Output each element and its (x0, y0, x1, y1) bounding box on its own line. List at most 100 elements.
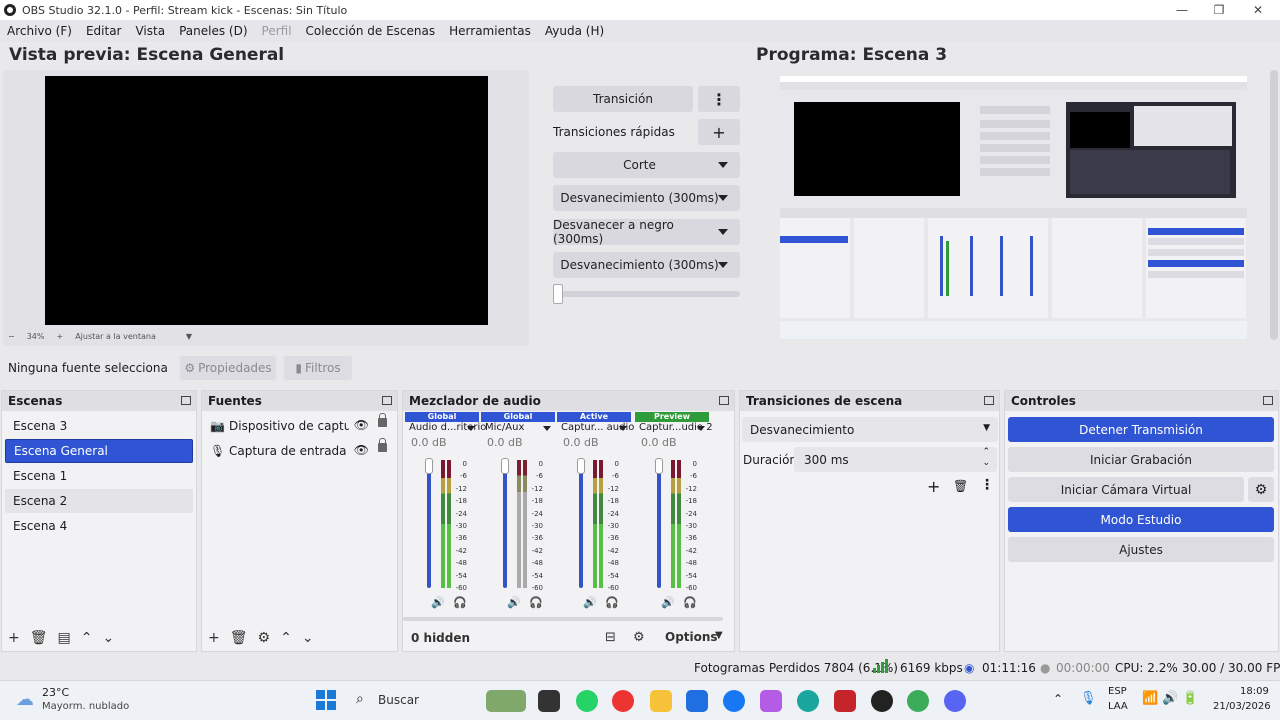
mixer-options-button[interactable]: Options (665, 630, 718, 644)
quick-transition-fade-2[interactable]: Desvanecimiento (300ms) (553, 252, 740, 278)
source-item[interactable]: 🎙 Captura de entrada aud 👁 (202, 438, 397, 463)
menu-ayuda[interactable]: Ayuda (H) (545, 24, 604, 38)
volume-fader[interactable] (579, 460, 583, 588)
menu-perfil[interactable]: Perfil (262, 24, 292, 38)
start-virtual-camera-button[interactable]: Iniciar Cámara Virtual (1008, 477, 1244, 502)
undock-icon[interactable] (1263, 396, 1273, 405)
headphones-icon[interactable]: 🎧 (605, 596, 619, 609)
copilot-icon[interactable] (760, 690, 782, 712)
chevron-up-icon[interactable]: ⌃ (1053, 692, 1063, 706)
plus-icon[interactable]: + (8, 630, 20, 646)
quick-transition-cut[interactable]: Corte (553, 152, 740, 178)
scene-item[interactable]: Escena 2 (5, 489, 193, 513)
menu-paneles[interactable]: Paneles (D) (179, 24, 247, 38)
scene-item[interactable]: Escena 3 (5, 414, 193, 438)
channel-name[interactable]: Captur...udio 2 (635, 422, 713, 436)
virtual-camera-settings-button[interactable]: ⚙ (1248, 477, 1274, 502)
language-layout[interactable]: LAA (1108, 701, 1128, 712)
lock-icon[interactable] (378, 438, 387, 452)
zoom-fit-select[interactable]: Ajustar a la ventana (75, 332, 156, 341)
layout-icon[interactable]: ⊟ (605, 630, 616, 645)
wifi-icon[interactable]: 📶 (1142, 691, 1158, 706)
add-quick-transition-button[interactable]: + (698, 119, 740, 145)
trash-icon[interactable]: 🗑 (230, 630, 248, 646)
clock-time[interactable]: 18:09 (1240, 686, 1269, 697)
close-button[interactable]: ✕ (1238, 0, 1278, 20)
taskbar-search[interactable]: Buscar (378, 693, 419, 707)
trash-icon[interactable]: 🗑 (953, 479, 968, 493)
headphones-icon[interactable]: 🎧 (683, 596, 697, 609)
source-item[interactable]: 📷 Dispositivo de captura d 👁 (202, 413, 397, 438)
obs-taskbar-icon[interactable] (871, 690, 893, 712)
transition-select[interactable]: Desvanecimiento ▼ (742, 417, 998, 442)
windows-start-icon[interactable] (316, 690, 336, 710)
channel-name[interactable]: Mic/Aux (481, 422, 555, 436)
undock-icon[interactable] (382, 396, 392, 405)
trash-icon[interactable]: 🗑 (30, 630, 48, 646)
edge-icon[interactable] (797, 690, 819, 712)
transition-slider-handle[interactable] (553, 284, 563, 304)
chrome-profile-icon[interactable] (907, 690, 929, 712)
transition-button[interactable]: Transición (553, 86, 693, 112)
menu-editar[interactable]: Editar (86, 24, 122, 38)
more-vertical-icon[interactable]: ⋮ (980, 477, 994, 493)
arrow-up-icon[interactable]: ⌃ (81, 630, 93, 646)
chevron-down-icon[interactable]: ▼ (186, 332, 192, 341)
whatsapp-icon[interactable] (576, 690, 598, 712)
arrow-down-icon[interactable]: ⌄ (302, 630, 314, 646)
chevron-down-icon[interactable]: ▼ (715, 630, 723, 641)
discord-icon[interactable] (944, 690, 966, 712)
menu-coleccion[interactable]: Colección de Escenas (306, 24, 436, 38)
chevron-down-icon[interactable]: ⌄ (982, 458, 990, 468)
channel-name[interactable]: Captur... audio (557, 422, 634, 436)
headphones-icon[interactable]: 🎧 (453, 596, 467, 609)
landscape-icon[interactable] (486, 690, 526, 712)
studio-mode-button[interactable]: Modo Estudio (1008, 507, 1274, 532)
scene-item[interactable]: Escena 1 (5, 464, 193, 488)
fader-handle[interactable] (655, 458, 663, 474)
arrow-up-icon[interactable]: ⌃ (280, 630, 292, 646)
right-scrollbar[interactable] (1270, 70, 1278, 340)
duration-spinbox[interactable]: 300 ms ⌃ ⌄ (794, 447, 997, 472)
gear-icon[interactable]: ⚙ (258, 630, 271, 646)
volume-icon[interactable]: 🔊 (431, 596, 445, 609)
app-icon[interactable] (834, 690, 856, 712)
facebook-icon[interactable] (723, 690, 745, 712)
undock-icon[interactable] (719, 396, 729, 405)
undock-icon[interactable] (181, 396, 191, 405)
maximize-button[interactable]: ❐ (1199, 0, 1239, 20)
task-view-icon[interactable] (538, 690, 560, 712)
zoom-out-button[interactable]: − (8, 332, 15, 341)
settings-button[interactable]: Ajustes (1008, 537, 1274, 562)
preview-canvas[interactable] (45, 76, 488, 325)
scene-item[interactable]: Escena 4 (5, 514, 193, 538)
headphones-icon[interactable]: 🎧 (529, 596, 543, 609)
menu-herramientas[interactable]: Herramientas (449, 24, 531, 38)
plus-icon[interactable]: + (208, 630, 220, 646)
channel-name[interactable]: Audio d...ritorio (405, 422, 486, 436)
properties-button[interactable]: ⚙ Propiedades (180, 356, 276, 380)
volume-icon[interactable]: 🔊 (661, 596, 675, 609)
undock-icon[interactable] (984, 396, 994, 405)
stop-stream-button[interactable]: Detener Transmisión (1008, 417, 1274, 442)
mixer-scrollbar[interactable] (403, 617, 723, 621)
volume-icon[interactable]: 🔊 (583, 596, 597, 609)
menu-archivo[interactable]: Archivo (F) (7, 24, 72, 38)
quick-transition-fade-black[interactable]: Desvanecer a negro (300ms) (553, 218, 740, 246)
transition-menu-button[interactable]: ⋮ (698, 86, 740, 112)
volume-icon[interactable]: 🔊 (1162, 691, 1178, 706)
scene-item[interactable]: Escena General (5, 439, 193, 463)
store-icon[interactable] (686, 690, 708, 712)
start-recording-button[interactable]: Iniciar Grabación (1008, 447, 1274, 472)
fader-handle[interactable] (577, 458, 585, 474)
zoom-in-button[interactable]: + (56, 332, 63, 341)
fader-handle[interactable] (501, 458, 509, 474)
filter-icon[interactable]: ▤ (58, 630, 71, 646)
chevron-up-icon[interactable]: ⌃ (982, 447, 990, 457)
filters-button[interactable]: ▮ Filtros (284, 356, 352, 380)
microphone-icon[interactable]: 🎙 (1080, 691, 1097, 706)
volume-fader[interactable] (503, 460, 507, 588)
menu-vista[interactable]: Vista (135, 24, 165, 38)
mute-icon[interactable]: 🔊 (507, 596, 521, 609)
eye-icon[interactable]: 👁 (354, 443, 369, 457)
